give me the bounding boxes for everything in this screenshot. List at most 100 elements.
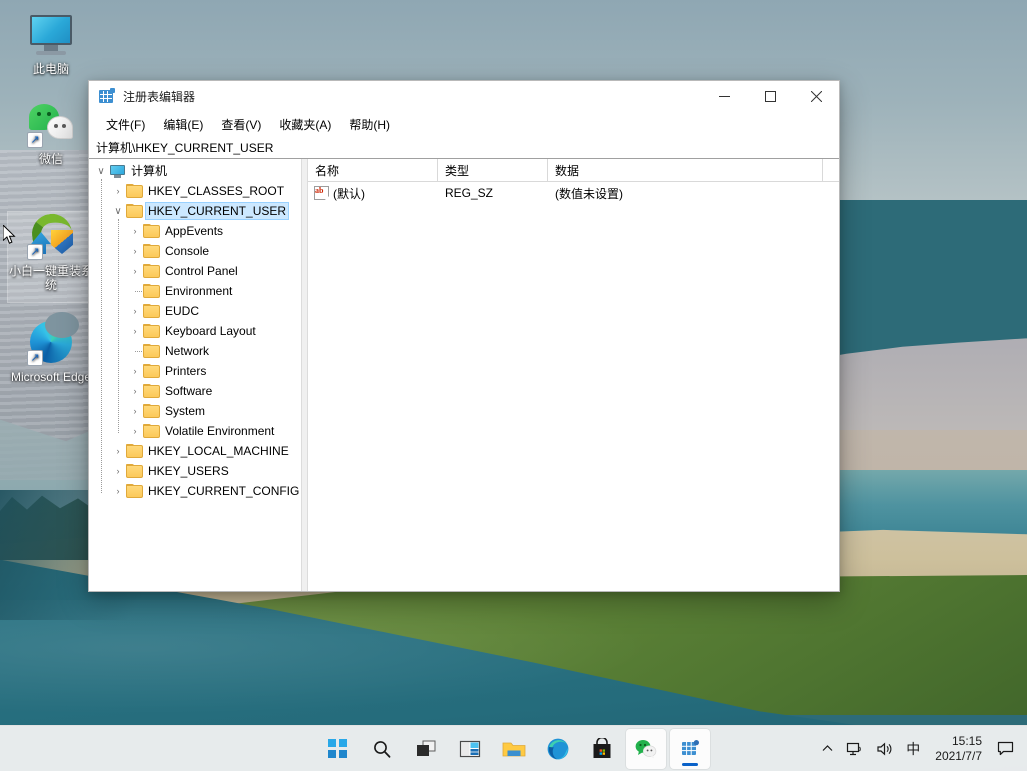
tree-item[interactable]: Environment xyxy=(89,281,301,301)
taskbar-search-button[interactable] xyxy=(362,729,402,769)
system-tray[interactable]: 中 15:15 2021/7/7 xyxy=(816,726,1019,771)
chevron-right-icon[interactable]: › xyxy=(127,261,143,281)
chevron-right-icon[interactable]: › xyxy=(110,441,126,461)
taskbar-start-button[interactable] xyxy=(318,729,358,769)
tree-item[interactable]: › HKEY_CLASSES_ROOT xyxy=(89,181,301,201)
tree-item[interactable]: ›Console xyxy=(89,241,301,261)
menu-item-file[interactable]: 文件(F) xyxy=(97,114,154,136)
taskbar-clock[interactable]: 15:15 2021/7/7 xyxy=(927,729,990,769)
list-header[interactable]: 名称类型数据 xyxy=(308,159,839,182)
desktop-icon-xiaobai-reinstall[interactable]: ↗ 小白一键重装系统 xyxy=(8,212,94,302)
menu-item-help[interactable]: 帮助(H) xyxy=(340,114,399,136)
window-controls[interactable] xyxy=(701,81,839,112)
chevron-right-icon[interactable]: › xyxy=(110,461,126,481)
taskbar-microsoft-store-button[interactable] xyxy=(582,729,622,769)
tree-item-label: Volatile Environment xyxy=(165,423,274,439)
network-icon xyxy=(846,741,864,757)
taskbar-buttons[interactable] xyxy=(318,729,710,769)
notification-icon xyxy=(997,741,1014,756)
chevron-right-icon[interactable]: › xyxy=(110,481,126,501)
registry-editor-window[interactable]: 注册表编辑器 文件(F) 编辑(E) 查看(V) 收藏夹(A) 帮助(H) 计算… xyxy=(88,80,840,592)
tree-item[interactable]: ›AppEvents xyxy=(89,221,301,241)
folder-icon xyxy=(126,484,143,498)
tree-item-label: EUDC xyxy=(165,303,199,319)
tree-item[interactable]: ›HKEY_CURRENT_CONFIG xyxy=(89,481,301,501)
active-indicator xyxy=(682,763,698,766)
column-header-name[interactable]: 名称 xyxy=(308,159,438,182)
taskbar-wechat-button[interactable] xyxy=(626,729,666,769)
chevron-right-icon[interactable]: › xyxy=(127,401,143,421)
computer-icon xyxy=(27,10,75,58)
tree-item[interactable]: › EUDC xyxy=(89,301,301,321)
folder-icon xyxy=(143,364,160,378)
list-body[interactable]: ab(默认)REG_SZ(数值未设置) xyxy=(308,182,839,204)
tree-item-root[interactable]: ∨ 计算机 xyxy=(89,161,301,181)
folder-icon xyxy=(143,224,160,238)
tray-notifications-button[interactable] xyxy=(992,729,1019,769)
menu-item-favorites[interactable]: 收藏夹(A) xyxy=(270,114,340,136)
menu-item-edit[interactable]: 编辑(E) xyxy=(154,114,212,136)
chevron-down-icon[interactable]: ∨ xyxy=(93,161,109,181)
tree-item[interactable]: ›Keyboard Layout xyxy=(89,321,301,341)
microsoft-edge-icon xyxy=(546,737,570,761)
chevron-down-icon[interactable]: ∨ xyxy=(110,201,126,221)
values-list[interactable]: 名称类型数据 ab(默认)REG_SZ(数值未设置) xyxy=(308,159,839,591)
tree-item-label: HKEY_CLASSES_ROOT xyxy=(148,183,284,199)
desktop-icon-label: 微信 xyxy=(8,152,94,166)
column-header-type[interactable]: 类型 xyxy=(438,159,548,182)
chevron-right-icon[interactable]: › xyxy=(127,361,143,381)
taskbar-task-view-button[interactable] xyxy=(406,729,446,769)
pane-splitter[interactable] xyxy=(301,159,308,591)
taskbar-file-explorer-button[interactable] xyxy=(494,729,534,769)
tree-item[interactable]: ›Control Panel xyxy=(89,261,301,281)
desktop-icon-this-pc[interactable]: 此电脑 xyxy=(8,10,94,76)
folder-icon xyxy=(143,384,160,398)
folder-icon xyxy=(502,739,526,759)
tree-item[interactable]: ∨HKEY_CURRENT_USER xyxy=(89,201,301,221)
close-button[interactable] xyxy=(793,81,839,112)
maximize-button[interactable] xyxy=(747,81,793,112)
desktop-icon-wechat[interactable]: ↗ 微信 xyxy=(8,100,94,166)
tree-item[interactable]: ›Printers xyxy=(89,361,301,381)
window-title: 注册表编辑器 xyxy=(123,88,701,105)
chevron-right-icon[interactable]: › xyxy=(127,221,143,241)
address-path: 计算机\HKEY_CURRENT_USER xyxy=(96,139,273,156)
folder-icon xyxy=(143,284,160,298)
taskbar-registry-editor-button[interactable] xyxy=(670,729,710,769)
value-data: (数值未设置) xyxy=(548,185,823,202)
tree-item[interactable]: ›HKEY_LOCAL_MACHINE xyxy=(89,441,301,461)
chevron-right-icon[interactable]: › xyxy=(110,181,126,201)
desktop-icon-microsoft-edge[interactable]: ↗ Microsoft Edge xyxy=(8,318,94,384)
chevron-right-icon[interactable]: › xyxy=(127,421,143,441)
menu-item-view[interactable]: 查看(V) xyxy=(212,114,270,136)
minimize-button[interactable] xyxy=(701,81,747,112)
registry-tree[interactable]: ∨ 计算机 › HKEY_CLASSES_ROOT ∨HKEY_CURRENT_USER… xyxy=(89,159,301,591)
shortcut-arrow-icon: ↗ xyxy=(27,244,43,260)
taskbar[interactable]: 中 15:15 2021/7/7 xyxy=(0,725,1027,771)
value-row[interactable]: ab(默认)REG_SZ(数值未设置) xyxy=(308,182,839,204)
tray-volume-button[interactable] xyxy=(871,729,899,769)
tray-ime-button[interactable]: 中 xyxy=(901,729,925,769)
title-bar[interactable]: 注册表编辑器 xyxy=(89,81,839,112)
tray-network-button[interactable] xyxy=(841,729,869,769)
tree-item[interactable]: ›Software xyxy=(89,381,301,401)
chevron-up-icon xyxy=(821,742,834,755)
menu-bar[interactable]: 文件(F) 编辑(E) 查看(V) 收藏夹(A) 帮助(H) xyxy=(89,112,839,137)
tree-item[interactable]: Network xyxy=(89,341,301,361)
tray-overflow-button[interactable] xyxy=(816,729,839,769)
chevron-right-icon[interactable]: › xyxy=(127,301,143,321)
microsoft-store-icon xyxy=(591,738,613,760)
chevron-right-icon[interactable]: › xyxy=(127,381,143,401)
chevron-right-icon[interactable]: › xyxy=(127,241,143,261)
taskbar-widgets-button[interactable] xyxy=(450,729,490,769)
address-bar[interactable]: 计算机\HKEY_CURRENT_USER xyxy=(89,137,839,159)
tree-item-label: 计算机 xyxy=(131,163,167,179)
value-name: (默认) xyxy=(333,185,365,202)
tree-item[interactable]: ›HKEY_USERS xyxy=(89,461,301,481)
clock-date: 2021/7/7 xyxy=(935,749,982,764)
chevron-right-icon[interactable]: › xyxy=(127,321,143,341)
taskbar-edge-button[interactable] xyxy=(538,729,578,769)
tree-item[interactable]: ›System xyxy=(89,401,301,421)
tree-item[interactable]: › Volatile Environment xyxy=(89,421,301,441)
column-header-data[interactable]: 数据 xyxy=(548,159,823,182)
